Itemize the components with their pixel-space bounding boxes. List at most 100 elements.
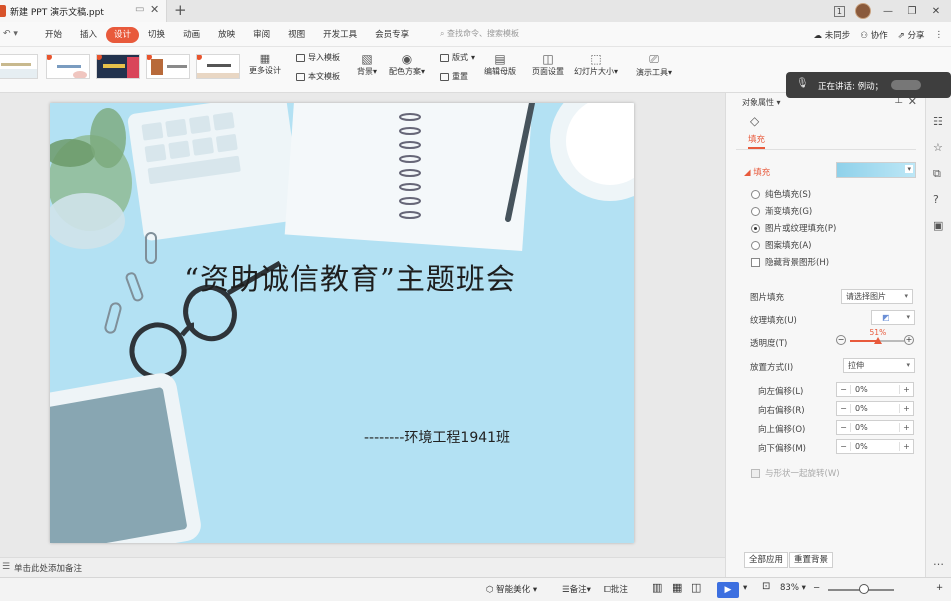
slide-subtitle[interactable]: --------环境工程1941班 (364, 427, 510, 447)
menu-slideshow[interactable]: 放映 (209, 27, 244, 43)
fit-window-icon[interactable]: ⊡ (762, 581, 770, 592)
slide-title[interactable]: “资助诚信教育”主题班会 (50, 256, 634, 298)
text-template-button[interactable]: 本文模板 (296, 71, 340, 82)
hide-bg-checkbox[interactable] (751, 257, 760, 267)
zoom-slider-knob[interactable] (859, 584, 870, 594)
notes-bar[interactable]: ☰ 单击此处添加备注 (0, 557, 725, 577)
zoom-in-button[interactable]: + (936, 583, 943, 593)
more-icon[interactable]: ⋮ (935, 30, 944, 40)
reset-button[interactable]: 重置 (440, 71, 468, 82)
avatar[interactable] (855, 3, 871, 19)
edit-master-button[interactable]: ▤ 编辑母版 (480, 52, 520, 77)
smart-beautify-button[interactable]: ⬡ 智能美化 ▾ (486, 583, 537, 595)
texture-fill-select[interactable]: ◩ ▾ (871, 310, 915, 325)
menu-member[interactable]: 会员专享 (366, 27, 418, 43)
template-thumb-4[interactable] (146, 54, 190, 79)
transparency-minus-button[interactable]: − (836, 335, 846, 345)
radio-pattern[interactable] (751, 240, 760, 250)
picture-fill-option[interactable]: 图片或纹理填充(P) (751, 222, 836, 234)
template-thumb-5[interactable] (196, 54, 240, 79)
search-box[interactable]: ⌕ 查找命令、搜索模板 (440, 28, 519, 39)
share-button[interactable]: ⇗ 分享 (898, 29, 925, 41)
apply-all-button[interactable]: 全部应用 (744, 552, 789, 568)
fill-bucket-icon[interactable]: ◇ (750, 114, 759, 128)
play-options-icon[interactable]: ▾ (743, 583, 747, 593)
template-thumb-2[interactable] (46, 54, 90, 79)
decrement-icon[interactable]: − (837, 442, 851, 451)
background-button[interactable]: ▧ 背景▾ (352, 52, 382, 77)
hide-bg-option[interactable]: 隐藏背景图形(H) (751, 256, 829, 268)
offset-top-stepper[interactable]: −0% + (836, 420, 914, 435)
decrement-icon[interactable]: − (837, 423, 851, 432)
template-thumb-3[interactable] (96, 54, 140, 79)
restore-button[interactable]: ❐ (905, 6, 919, 17)
more-dots-icon[interactable]: … (933, 555, 944, 568)
menu-animation[interactable]: 动画 (174, 27, 209, 43)
rotate-with-shape-option[interactable]: 与形状一起旋转(W) (751, 467, 840, 479)
page-count-badge[interactable]: 1 (833, 5, 845, 17)
new-tab-button[interactable]: + (174, 1, 187, 19)
menu-design[interactable]: 设计 (106, 26, 140, 43)
radio-picture[interactable] (751, 223, 760, 233)
decrement-icon[interactable]: − (837, 385, 851, 394)
slide[interactable]: “资助诚信教育”主题班会 --------环境工程1941班 (50, 103, 634, 543)
decrement-icon[interactable]: − (837, 404, 851, 413)
rotate-with-shape-checkbox[interactable] (751, 468, 760, 478)
sorter-view-icon[interactable]: ▦ (672, 581, 682, 594)
radio-gradient[interactable] (751, 206, 760, 216)
reading-view-icon[interactable]: ◫ (691, 581, 701, 594)
sync-button[interactable]: ☁ 未同步 (814, 29, 851, 41)
increment-icon[interactable]: + (899, 404, 913, 413)
layout-button[interactable]: 版式 ▾ (440, 52, 475, 63)
zoom-level[interactable]: 83% ▾ (780, 583, 806, 593)
menu-developer[interactable]: 开发工具 (314, 27, 366, 43)
transition-icon[interactable]: ⧉ (933, 167, 941, 181)
animation-star-icon[interactable]: ☆ (933, 141, 943, 154)
comments-button[interactable]: ⧠批注 (604, 583, 628, 595)
zoom-out-button[interactable]: − (813, 583, 820, 593)
properties-icon[interactable]: ☷ (933, 115, 943, 128)
slide-size-button[interactable]: ⬚ 幻灯片大小▾ (570, 52, 622, 77)
fill-preview-dropdown[interactable]: ▾ (836, 162, 916, 178)
undo-redo-icon[interactable]: ↶ ▾ (3, 29, 18, 39)
transparency-plus-button[interactable]: + (904, 335, 914, 345)
placement-select[interactable]: 拉伸 ▾ (843, 358, 915, 373)
pin-icon[interactable]: ▭ (135, 4, 144, 15)
solid-fill-option[interactable]: 纯色填充(S) (751, 188, 811, 200)
offset-right-stepper[interactable]: −0% + (836, 401, 914, 416)
increment-icon[interactable]: + (899, 442, 913, 451)
color-scheme-button[interactable]: ◉ 配色方案▾ (385, 52, 429, 77)
menu-insert[interactable]: 插入 (71, 27, 106, 43)
notes-toggle-button[interactable]: ☰备注▾ (562, 583, 591, 595)
menu-transition[interactable]: 切换 (139, 27, 174, 43)
play-slideshow-button[interactable]: ▶ (717, 582, 739, 598)
close-tab-icon[interactable]: ✕ (150, 3, 159, 16)
menu-review[interactable]: 审阅 (244, 27, 279, 43)
gradient-fill-option[interactable]: 渐变填充(G) (751, 205, 812, 217)
increment-icon[interactable]: + (899, 385, 913, 394)
fill-section-header[interactable]: ◢ 填充 (744, 166, 770, 178)
more-design-button[interactable]: ▦ 更多设计 (247, 52, 283, 76)
offset-left-stepper[interactable]: −0% + (836, 382, 914, 397)
normal-view-icon[interactable]: ▥ (652, 581, 662, 594)
pattern-fill-option[interactable]: 图案填充(A) (751, 239, 811, 251)
tab-fill[interactable]: 填充 (748, 133, 766, 149)
menu-view[interactable]: 视图 (279, 27, 314, 43)
radio-solid[interactable] (751, 189, 760, 199)
reset-background-button[interactable]: 重置背景 (789, 552, 834, 568)
collab-button[interactable]: ⚇ 协作 (860, 29, 887, 41)
close-window-button[interactable]: ✕ (929, 6, 943, 17)
import-template-button[interactable]: 导入模板 (296, 52, 340, 63)
document-tab[interactable]: 新建 PPT 演示文稿.ppt ▭ ✕ (0, 0, 167, 22)
template-thumb-1[interactable] (0, 54, 38, 79)
picture-fill-select[interactable]: 请选择图片 ▾ (841, 289, 913, 304)
menu-start[interactable]: 开始 (36, 27, 71, 43)
backup-icon[interactable]: ▣ (933, 219, 943, 232)
increment-icon[interactable]: + (899, 423, 913, 432)
offset-bottom-stepper[interactable]: −0% + (836, 439, 914, 454)
presentation-tools-button[interactable]: ⎚ 演示工具▾ (632, 52, 676, 78)
transparency-slider-knob[interactable] (873, 337, 882, 344)
minimize-button[interactable]: — (881, 6, 895, 17)
page-setup-button[interactable]: ◫ 页面设置 (528, 52, 568, 77)
help-icon[interactable]: ? (933, 193, 939, 206)
